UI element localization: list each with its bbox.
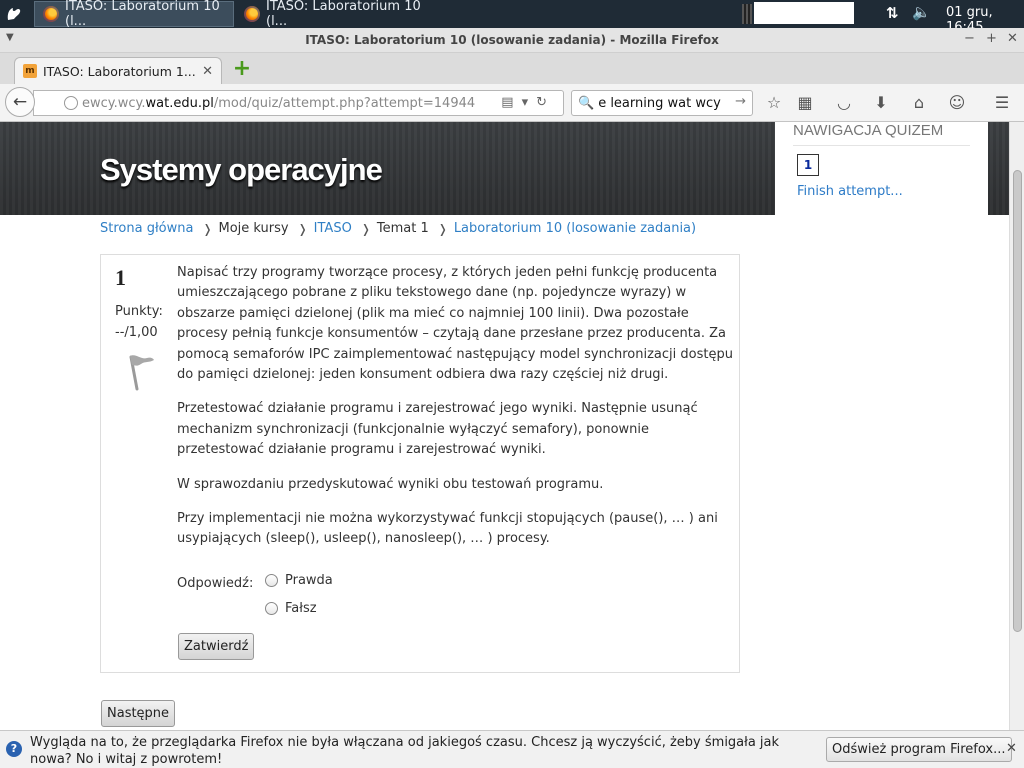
question-box: 1 Punkty: --/1,00 Napisać trzy programy …	[100, 254, 740, 673]
taskbar-item-label: ITASO: Laboratorium 10 (l...	[65, 0, 220, 29]
submit-button[interactable]: Zatwierdź	[178, 633, 255, 660]
question-nav-button[interactable]: 1	[797, 154, 819, 176]
question-paragraph: Napisać trzy programy tworzące procesy, …	[177, 265, 733, 383]
url-domain: wat.edu.pl	[145, 95, 214, 111]
breadcrumb-separator-icon: ❭	[437, 221, 448, 236]
option-true-label: Prawda	[285, 573, 333, 588]
points-value: --/1,00	[115, 325, 158, 340]
breadcrumb-separator-icon: ❭	[297, 221, 308, 236]
next-button[interactable]: Następne	[101, 700, 176, 727]
new-tab-icon[interactable]: +	[232, 58, 252, 80]
breadcrumb-separator-icon: ❭	[202, 221, 213, 236]
quiz-navigation-heading: NAWIGACJA QUIZEM	[793, 122, 970, 146]
firefox-icon	[244, 6, 260, 22]
breadcrumb: Strona główna ❭ Moje kursy ❭ ITASO ❭ Tem…	[100, 221, 696, 236]
notification-message: Wygląda na to, że przeglądarka Firefox n…	[30, 735, 780, 767]
taskbar-item-firefox-1[interactable]: ITASO: Laboratorium 10 (l...	[34, 0, 234, 29]
url-bar[interactable]: ewcy.wcy. wat.edu.pl/mod/quiz/attempt.php…	[33, 90, 564, 116]
downloads-icon[interactable]: ⬇	[869, 91, 893, 115]
home-icon[interactable]: ⌂	[907, 91, 931, 115]
volume-icon[interactable]: 🔈	[912, 3, 931, 21]
breadcrumb-separator-icon: ❭	[360, 221, 371, 236]
hello-chat-icon[interactable]: ☺	[945, 91, 969, 115]
question-number: 1	[115, 265, 126, 290]
answer-label: Odpowiedź:	[177, 576, 254, 591]
close-notification-icon[interactable]: ✕	[1006, 741, 1017, 756]
moodle-favicon-icon: m	[23, 64, 37, 78]
option-false-label: Fałsz	[285, 601, 317, 616]
cpu-graph-icon	[742, 4, 752, 24]
breadcrumb-item-home[interactable]: Strona główna	[100, 221, 193, 236]
question-paragraph: W sprawozdaniu przedyskutować wyniki obu…	[177, 476, 604, 492]
finish-attempt-link[interactable]: Finish attempt...	[797, 184, 903, 199]
breadcrumb-item-course[interactable]: ITASO	[314, 221, 352, 236]
window-titlebar: ▼ ITASO: Laboratorium 10 (losowanie zada…	[0, 28, 1024, 53]
vertical-scrollbar[interactable]	[1009, 122, 1024, 730]
tray-widget[interactable]	[754, 2, 854, 24]
network-icon[interactable]: ⇅	[886, 4, 899, 22]
site-title: Systemy operacyjne	[100, 152, 383, 187]
url-bar-actions[interactable]: ▤▾↻	[501, 95, 555, 110]
reload-icon[interactable]: ↻	[536, 95, 555, 110]
app-menu-icon[interactable]	[2, 2, 26, 26]
radio-false[interactable]	[265, 602, 278, 615]
flag-question-icon[interactable]	[123, 351, 157, 391]
bookmark-star-icon[interactable]: ☆	[762, 91, 786, 115]
pocket-icon[interactable]: ◡	[832, 91, 856, 115]
bookmarks-list-icon[interactable]: ▦	[793, 91, 817, 115]
breadcrumb-item-lab[interactable]: Laboratorium 10 (losowanie zadania)	[454, 221, 696, 236]
menu-hamburger-icon[interactable]: ☰	[990, 91, 1014, 115]
question-paragraph: Przy implementacji nie można wykorzystyw…	[177, 511, 718, 547]
window-title: ITASO: Laboratorium 10 (losowanie zadani…	[305, 33, 719, 47]
globe-icon[interactable]	[64, 96, 78, 110]
page-viewport: Systemy operacyjne NAWIGACJA QUIZEM 1 Fi…	[0, 122, 1009, 730]
navigation-toolbar: ewcy.wcy. wat.edu.pl/mod/quiz/attempt.php…	[0, 84, 1024, 122]
refresh-firefox-button[interactable]: Odśwież program Firefox...	[826, 737, 1012, 762]
search-input[interactable]: e learning wat wcy	[598, 96, 721, 111]
firefox-icon	[43, 6, 59, 22]
search-go-icon[interactable]: →	[735, 94, 746, 109]
question-icon: ?	[6, 741, 22, 757]
search-icon: 🔍	[578, 95, 595, 111]
breadcrumb-item-my-courses: Moje kursy	[218, 221, 289, 236]
minimize-icon[interactable]: −	[964, 31, 975, 46]
radio-true[interactable]	[265, 574, 278, 587]
tab-strip: m ITASO: Laboratorium 1... ✕ +	[0, 53, 1024, 84]
system-panel: ITASO: Laboratorium 10 (l... ITASO: Labo…	[0, 0, 1024, 35]
url-path: /mod/quiz/attempt.php?attempt=14944	[213, 95, 476, 111]
reader-view-icon[interactable]: ▤	[501, 95, 521, 110]
back-arrow-icon: ←	[12, 92, 28, 112]
close-tab-icon[interactable]: ✕	[202, 64, 213, 79]
taskbar-item-firefox-2[interactable]: ITASO: Laboratorium 10 (l...	[236, 0, 434, 29]
url-prefix: ewcy.wcy.	[82, 95, 146, 111]
notification-bar: ? Wygląda na to, że przeglądarka Firefox…	[0, 730, 1024, 768]
breadcrumb-item-topic: Temat 1	[376, 221, 429, 236]
close-window-icon[interactable]: ✕	[1007, 31, 1018, 46]
back-button[interactable]: ←	[5, 87, 35, 117]
option-true[interactable]: Prawda	[265, 573, 333, 588]
points-label: Punkty:	[115, 304, 163, 319]
dropdown-icon[interactable]: ▾	[522, 95, 537, 110]
question-text: Napisać trzy programy tworzące procesy, …	[177, 263, 737, 564]
scrollbar-thumb[interactable]	[1013, 170, 1022, 632]
search-bar[interactable]: 🔍 e learning wat wcy →	[571, 90, 753, 116]
quiz-navigation-block: NAWIGACJA QUIZEM 1 Finish attempt...	[775, 122, 988, 226]
tab-label: ITASO: Laboratorium 1...	[43, 63, 196, 79]
option-false[interactable]: Fałsz	[265, 601, 317, 616]
taskbar-item-label: ITASO: Laboratorium 10 (l...	[266, 0, 421, 29]
maximize-icon[interactable]: +	[986, 31, 997, 46]
question-paragraph: Przetestować działanie programu i zareje…	[177, 401, 698, 458]
tab-active[interactable]: m ITASO: Laboratorium 1... ✕	[14, 57, 222, 84]
